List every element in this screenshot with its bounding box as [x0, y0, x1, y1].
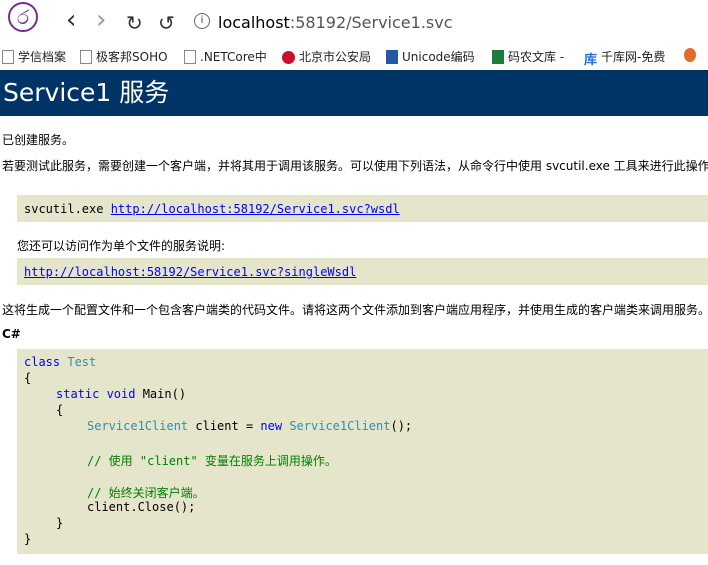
code-line: class Test	[24, 355, 97, 369]
wsdl-link[interactable]: http://localhost:58192/Service1.svc?wsdl	[111, 202, 400, 216]
address-bar[interactable]: i localhost:58192/Service1.svc	[186, 7, 706, 37]
url-path: :58192/Service1.svc	[289, 13, 453, 32]
code-line: }	[56, 516, 64, 530]
generate-note: 这将生成一个配置文件和一个包含客户端类的代码文件。请将这两个文件添加到客户端应用…	[2, 303, 708, 317]
svcutil-command-box: svcutil.exe http://localhost:58192/Servi…	[17, 195, 708, 222]
bookmark-xuexin[interactable]: 学信档案	[2, 48, 66, 65]
page-icon	[184, 50, 196, 64]
bookmark-label: 码农文库 -	[508, 50, 565, 64]
single-file-note: 您还可以访问作为单个文件的服务说明:	[17, 239, 226, 253]
address-url[interactable]: localhost:58192/Service1.svc	[218, 13, 453, 32]
language-heading: C#	[2, 327, 21, 341]
back-icon[interactable]: ‹	[66, 7, 76, 33]
site-info-icon[interactable]: i	[194, 13, 210, 29]
manong-icon	[492, 50, 504, 64]
home-icon[interactable]: ↺	[158, 13, 175, 33]
bookmark-geekbang[interactable]: 极客邦SOHO	[80, 48, 168, 65]
code-line: {	[24, 371, 32, 385]
browser-toolbar: ර ‹ › ↻ ↺ i localhost:58192/Service1.svc	[0, 0, 708, 42]
code-comment: // 使用 "client" 变量在服务上调用操作。	[87, 454, 337, 468]
page-icon	[2, 50, 14, 64]
reload-icon[interactable]: ↻	[126, 13, 143, 33]
bookmark-unicode[interactable]: Unicode编码	[386, 48, 475, 65]
single-wsdl-link[interactable]: http://localhost:58192/Service1.svc?sing…	[24, 265, 356, 279]
qianku-icon: 库	[584, 53, 598, 68]
bookmark-manong[interactable]: 码农文库 -	[492, 48, 564, 65]
bookmark-label: 千库网-免费	[601, 50, 666, 64]
code-line: }	[24, 532, 32, 546]
bookmark-label: 极客邦SOHO	[96, 50, 168, 64]
code-line: client.Close();	[87, 500, 196, 514]
bookmark-netcore[interactable]: .NETCore中	[184, 48, 267, 65]
service-created-text: 已创建服务。	[2, 133, 75, 147]
browser-logo-icon[interactable]: ර	[8, 2, 38, 32]
code-line: {	[56, 403, 64, 417]
single-wsdl-box: http://localhost:58192/Service1.svc?sing…	[17, 258, 708, 285]
bookmark-label: 北京市公安局	[299, 50, 372, 64]
svcutil-command: svcutil.exe	[24, 202, 111, 216]
url-host: localhost	[218, 13, 290, 32]
page-icon	[80, 50, 92, 64]
bookmark-police[interactable]: 北京市公安局	[282, 48, 371, 65]
instruction-text: 若要测试此服务，需要创建一个客户端，并将其用于调用该服务。可以使用下列语法，从命…	[2, 159, 708, 173]
code-comment: // 始终关闭客户端。	[87, 486, 205, 500]
forward-icon[interactable]: ›	[96, 7, 106, 33]
bookmark-label: .NETCore中	[200, 50, 267, 64]
unicode-icon	[386, 50, 398, 64]
code-line: static void Main()	[56, 387, 187, 401]
bookmark-more[interactable]	[684, 48, 700, 62]
bookmark-qianku[interactable]: 库千库网-免费	[584, 48, 666, 68]
police-badge-icon	[282, 51, 295, 64]
bookmark-label: Unicode编码	[402, 50, 475, 64]
bookmark-label: 学信档案	[18, 50, 67, 64]
code-line: Service1Client client = new Service1Clie…	[87, 419, 413, 433]
bookmarks-bar: 学信档案 极客邦SOHO .NETCore中 北京市公安局 Unicode编码 …	[0, 44, 708, 68]
code-sample-box: class Test { static void Main() { Servic…	[17, 349, 708, 554]
page-title: Service1 服务	[0, 70, 708, 116]
globe-icon	[684, 48, 696, 62]
